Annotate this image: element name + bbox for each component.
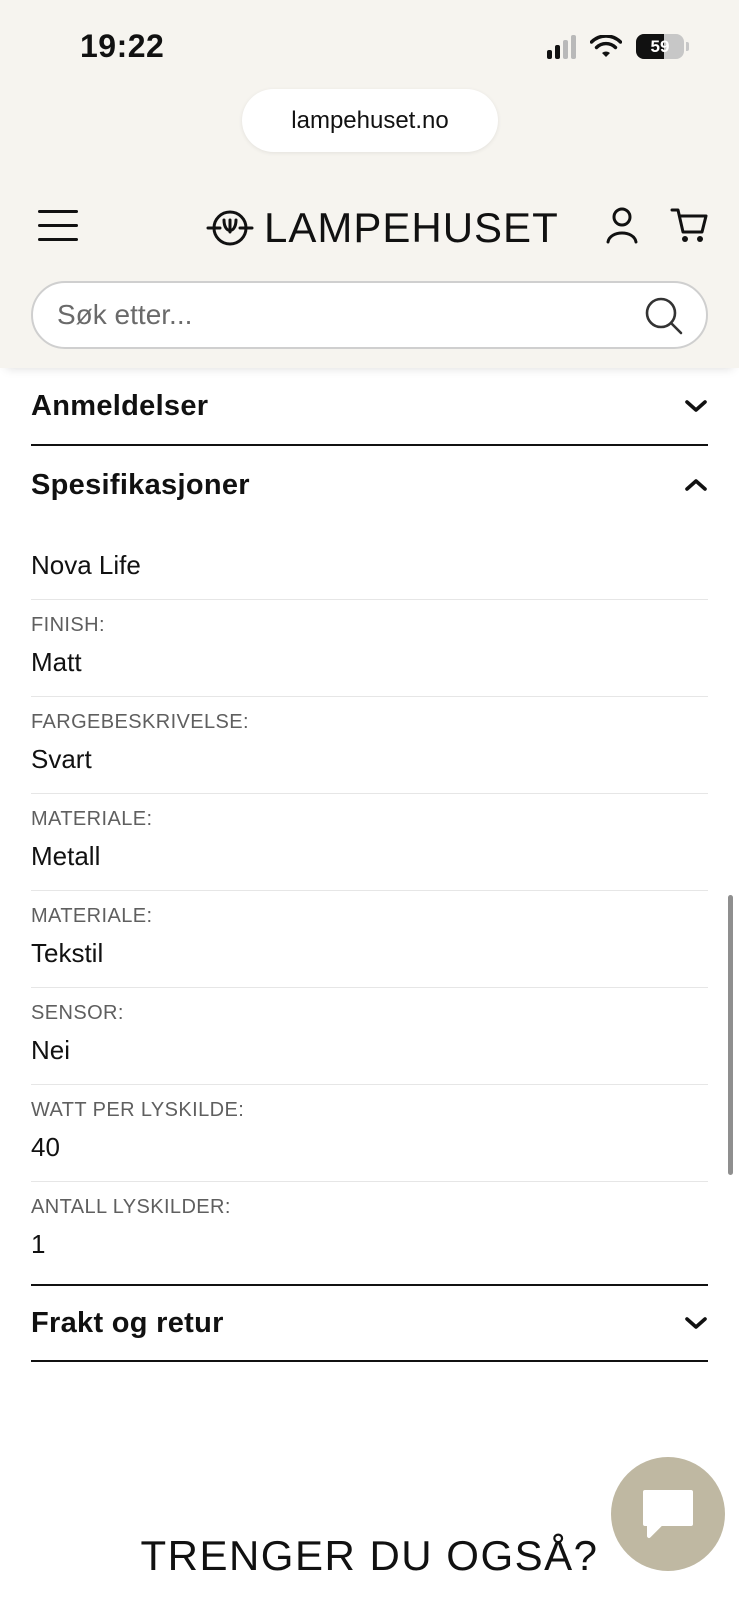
spec-label: WATT PER LYSKILDE:	[31, 1099, 245, 1121]
chevron-down-icon	[685, 1317, 707, 1329]
spec-label: SENSOR:	[31, 1002, 124, 1024]
wifi-icon	[590, 34, 622, 57]
accordion-reviews[interactable]: Anmeldelser	[31, 368, 708, 446]
spec-row: FINISH: Matt	[31, 600, 708, 697]
spec-label: FINISH:	[31, 614, 105, 636]
spec-row: ANTALL LYSKILDER: 1	[31, 1182, 708, 1278]
spec-value: Matt	[31, 647, 82, 677]
chevron-up-icon	[685, 479, 707, 491]
spec-value: 1	[31, 1229, 46, 1259]
logo-icon	[206, 210, 254, 246]
accordion-reviews-title: Anmeldelser	[31, 389, 209, 422]
spec-row: FARGEBESKRIVELSE: Svart	[31, 697, 708, 794]
accordion-specs: Spesifikasjoner Nova Life FINISH: Matt F…	[31, 446, 708, 1284]
status-icons: 59	[547, 34, 689, 59]
battery-icon: 59	[636, 34, 689, 59]
chat-icon	[643, 1490, 693, 1538]
spec-label: FARGEBESKRIVELSE:	[31, 711, 249, 733]
product-details: Anmeldelser Spesifikasjoner Nova Life FI…	[31, 368, 708, 1362]
logo-text: LAMPEHUSET	[264, 204, 559, 251]
top-chrome: 19:22 59 lampehuset.no LAMPEHUSET Søk et…	[0, 0, 739, 368]
search-input[interactable]	[57, 299, 617, 331]
spec-value: 40	[31, 1132, 60, 1162]
accordion-shipping-title: Frakt og retur	[31, 1306, 224, 1339]
site-header: LAMPEHUSET	[0, 190, 739, 270]
status-bar: 19:22 59	[0, 0, 739, 90]
chat-button[interactable]	[611, 1457, 725, 1571]
spec-value: Nei	[31, 1035, 71, 1065]
spec-value: Svart	[31, 744, 92, 774]
spec-label: MATERIALE:	[31, 808, 153, 830]
spec-value: Metall	[31, 841, 101, 871]
spec-row: SENSOR: Nei	[31, 988, 708, 1085]
logo[interactable]: LAMPEHUSET	[206, 204, 559, 252]
spec-row: WATT PER LYSKILDE: 40	[31, 1085, 708, 1182]
status-time: 19:22	[80, 28, 165, 64]
spec-label: MATERIALE:	[31, 905, 153, 927]
accordion-specs-title: Spesifikasjoner	[31, 468, 250, 501]
search-box	[31, 281, 708, 349]
search-icon[interactable]	[644, 296, 684, 336]
battery-tip	[686, 42, 689, 51]
menu-icon[interactable]	[38, 210, 78, 244]
accordion-shipping[interactable]: Frakt og retur	[31, 1284, 708, 1362]
spec-brand-value: Nova Life	[31, 550, 141, 580]
cart-icon[interactable]	[670, 206, 708, 244]
spec-list: Nova Life FINISH: Matt FARGEBESKRIVELSE:…	[31, 534, 708, 1284]
accordion-specs-header[interactable]: Spesifikasjoner	[31, 446, 708, 524]
spec-label: ANTALL LYSKILDER:	[31, 1196, 231, 1218]
spec-row: MATERIALE: Metall	[31, 794, 708, 891]
account-icon[interactable]	[604, 206, 640, 244]
spec-row-brand: Nova Life	[31, 534, 708, 600]
spec-value: Tekstil	[31, 938, 104, 968]
battery-percent: 59	[650, 36, 670, 56]
chevron-down-icon	[685, 400, 707, 412]
url-bar[interactable]: lampehuset.no	[242, 89, 498, 152]
scrollbar[interactable]	[728, 895, 733, 1175]
signal-icon	[547, 34, 576, 59]
spec-row: MATERIALE: Tekstil	[31, 891, 708, 988]
battery-body: 59	[636, 34, 684, 59]
